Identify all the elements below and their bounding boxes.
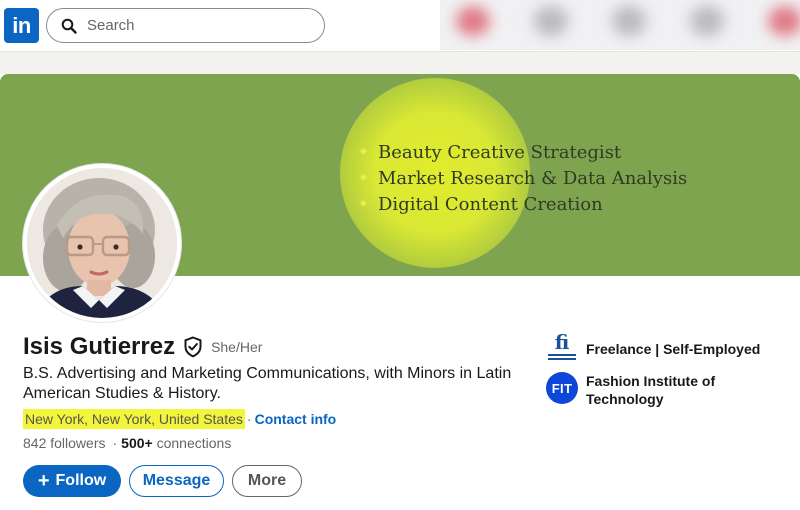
search-bar[interactable]: [46, 8, 325, 43]
education-label: Fashion Institute of Technology: [586, 373, 716, 407]
profile-actions: + Follow Message More: [23, 465, 302, 497]
profile-headline: B.S. Advertising and Marketing Communica…: [23, 365, 512, 402]
banner-item-label: Digital Content Creation: [378, 194, 603, 215]
pronouns: She/Her: [211, 339, 263, 355]
star-icon: ✷: [358, 145, 369, 160]
followers-count: 842: [23, 435, 47, 451]
location: New York, New York, United States: [23, 409, 245, 429]
banner-item-label: Beauty Creative Strategist: [378, 142, 622, 163]
banner-item: ✷ Market Research & Data Analysis: [358, 166, 687, 192]
search-icon: [61, 18, 77, 34]
freelance-logo-text: fi: [554, 330, 570, 354]
star-icon: ✷: [358, 171, 369, 186]
network-stats: 842 followers · 500+ connections: [23, 435, 231, 451]
banner-list: ✷ Beauty Creative Strategist ✷ Market Re…: [358, 140, 687, 218]
follow-label: Follow: [55, 472, 107, 489]
search-input[interactable]: [87, 9, 317, 42]
top-nav: in: [0, 0, 800, 52]
freelance-logo-icon: fi: [546, 332, 578, 362]
name-row: Isis Gutierrez She/Her: [23, 333, 262, 361]
followers-label: followers: [50, 435, 106, 451]
nav-icons-blurred: [440, 0, 800, 50]
fit-logo-icon: FIT: [546, 372, 578, 404]
verified-shield-icon[interactable]: [183, 336, 203, 358]
experience-education: fi Freelance | Self-Employed FIT Fashion…: [546, 332, 760, 418]
separator: ·: [112, 435, 118, 451]
linkedin-logo[interactable]: in: [4, 8, 39, 43]
follow-button[interactable]: + Follow: [23, 465, 121, 497]
profile-avatar[interactable]: [23, 164, 181, 322]
contact-info-link[interactable]: Contact info: [255, 411, 337, 427]
current-position[interactable]: fi Freelance | Self-Employed: [546, 332, 760, 362]
page-background: [0, 52, 800, 74]
education-item[interactable]: FIT Fashion Institute of Technology: [546, 372, 760, 408]
connections-count[interactable]: 500+: [121, 435, 153, 451]
profile-name: Isis Gutierrez: [23, 333, 176, 360]
banner-item: ✷ Digital Content Creation: [358, 192, 687, 218]
banner-item-label: Market Research & Data Analysis: [378, 168, 688, 189]
current-position-label: Freelance | Self-Employed: [586, 341, 761, 357]
separator: ·: [246, 411, 252, 427]
connections-label[interactable]: connections: [157, 435, 232, 451]
message-button[interactable]: Message: [129, 465, 224, 497]
star-icon: ✷: [358, 197, 369, 212]
location-row: New York, New York, United States · Cont…: [23, 409, 336, 429]
more-button[interactable]: More: [232, 465, 302, 497]
avatar-photo: [27, 168, 177, 318]
plus-icon: +: [37, 470, 50, 492]
banner-item: ✷ Beauty Creative Strategist: [358, 140, 687, 166]
